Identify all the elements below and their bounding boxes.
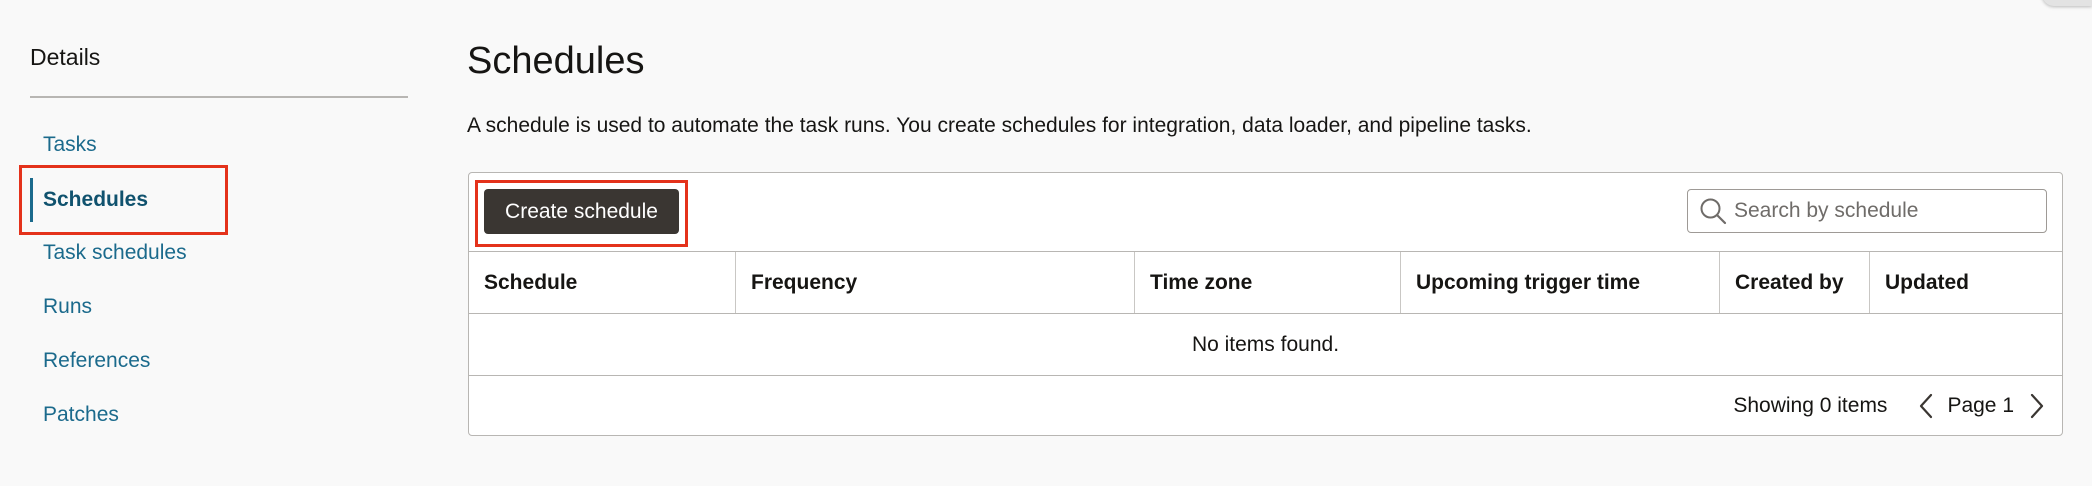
sidebar-divider — [30, 96, 408, 98]
create-schedule-button[interactable]: Create schedule — [484, 189, 679, 234]
sidebar-item-tasks[interactable]: Tasks — [30, 123, 330, 167]
column-header-created-by[interactable]: Created by — [1720, 252, 1870, 313]
schedules-table-panel: Create schedule Schedule Frequency Time … — [468, 172, 2063, 436]
column-header-frequency[interactable]: Frequency — [736, 252, 1135, 313]
sidebar-item-label: Task schedules — [43, 241, 187, 264]
details-sidebar: Details Tasks Schedules Task schedules R… — [30, 0, 408, 486]
page-description: A schedule is used to automate the task … — [467, 114, 1532, 137]
page-indicator: Page 1 — [1947, 394, 2014, 417]
page-title: Schedules — [467, 40, 645, 82]
next-page-button[interactable] — [2024, 391, 2050, 421]
column-header-updated[interactable]: Updated — [1870, 252, 2062, 313]
sidebar-item-label: Patches — [43, 403, 119, 426]
sidebar-item-label: Runs — [43, 295, 93, 318]
sidebar-item-label: References — [43, 349, 151, 372]
sidebar-item-label: Schedules — [43, 188, 149, 211]
empty-table-message: No items found. — [469, 314, 2062, 376]
previous-page-button[interactable] — [1913, 391, 1939, 421]
pagination: Page 1 — [1913, 391, 2050, 421]
sidebar-item-label: Tasks — [43, 133, 97, 156]
chevron-left-icon — [1920, 393, 1933, 419]
column-header-schedule[interactable]: Schedule — [469, 252, 736, 313]
table-toolbar: Create schedule — [469, 173, 2062, 252]
search-icon — [1700, 198, 1727, 225]
window-corner — [2042, 0, 2092, 6]
item-count: Showing 0 items — [1733, 394, 1888, 417]
sidebar-item-schedules[interactable]: Schedules — [30, 178, 330, 222]
search-input[interactable] — [1734, 199, 2034, 223]
column-header-upcoming-trigger-time[interactable]: Upcoming trigger time — [1401, 252, 1720, 313]
chevron-right-icon — [2030, 393, 2044, 419]
sidebar-item-runs[interactable]: Runs — [30, 285, 330, 329]
search-box[interactable] — [1687, 189, 2047, 233]
sidebar-item-references[interactable]: References — [30, 339, 330, 383]
table-header: Schedule Frequency Time zone Upcoming tr… — [469, 252, 2062, 314]
sidebar-item-patches[interactable]: Patches — [30, 393, 330, 437]
sidebar-heading: Details — [30, 44, 101, 70]
column-header-time-zone[interactable]: Time zone — [1135, 252, 1401, 313]
sidebar-item-task-schedules[interactable]: Task schedules — [30, 231, 330, 275]
table-footer: Showing 0 items Page 1 — [469, 376, 2062, 435]
